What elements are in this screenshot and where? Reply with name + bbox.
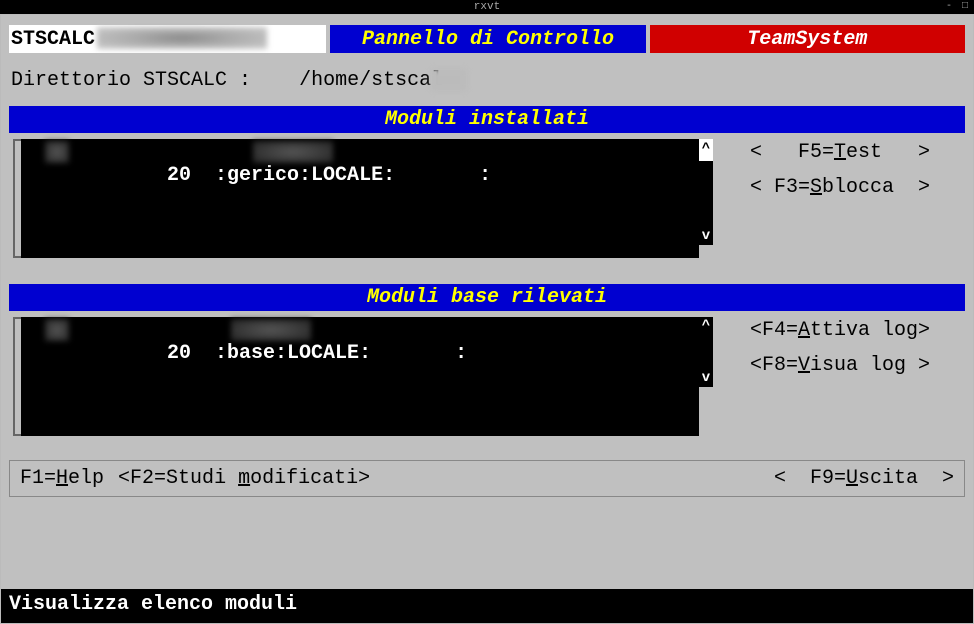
help-button[interactable]: F1=Help bbox=[20, 467, 104, 490]
main-panel: STSCALC Pannello di Controllo TeamSystem… bbox=[1, 15, 973, 589]
section-header-detected: Moduli base rilevati bbox=[9, 284, 965, 311]
attiva-log-button[interactable]: <F4=Attiva log> bbox=[721, 317, 959, 344]
header-brand: TeamSystem bbox=[650, 25, 965, 53]
studi-modificati-button[interactable]: <F2=Studi modificati> bbox=[118, 467, 370, 490]
list-item-text: 20 :gerico:LOCALE: : bbox=[167, 164, 491, 187]
redacted-region bbox=[431, 69, 467, 91]
directory-row: Direttorio STSCALC : /home/stscal bbox=[9, 65, 965, 106]
section-header-installed: Moduli installati bbox=[9, 106, 965, 133]
status-bar: Visualizza elenco moduli bbox=[1, 589, 973, 623]
bottom-left-group: F1=Help <F2=Studi modificati> bbox=[20, 467, 370, 490]
side-buttons-installed: < F5=Test > < F3=Sblocca > bbox=[721, 139, 961, 258]
redacted-region bbox=[97, 27, 267, 49]
header-app-name: STSCALC bbox=[9, 25, 326, 53]
listbox-detected[interactable]: 20 :base:LOCALE: : bbox=[21, 317, 699, 436]
list-item[interactable]: 20 :gerico:LOCALE: : bbox=[21, 139, 699, 258]
header-row: STSCALC Pannello di Controllo TeamSystem bbox=[9, 25, 965, 53]
list-item-text: 20 :base:LOCALE: : bbox=[167, 342, 467, 365]
redacted-region bbox=[231, 319, 311, 341]
bottom-bar: F1=Help <F2=Studi modificati> < F9=Uscit… bbox=[9, 460, 965, 497]
scroll-down-icon[interactable]: v bbox=[702, 229, 710, 243]
app-frame: STSCALC Pannello di Controllo TeamSystem… bbox=[0, 14, 974, 624]
header-app-text: STSCALC bbox=[11, 28, 95, 51]
listbox-installed-wrap: 20 :gerico:LOCALE: : ^ v bbox=[13, 139, 713, 258]
listbox-installed[interactable]: 20 :gerico:LOCALE: : bbox=[21, 139, 699, 258]
visua-log-button[interactable]: <F8=Visua log > bbox=[721, 352, 959, 379]
window-title: rxvt bbox=[474, 1, 500, 13]
section-body-detected: 20 :base:LOCALE: : ^ v <F4=Attiva log> <… bbox=[9, 311, 965, 438]
scrollbar[interactable]: ^ v bbox=[699, 317, 713, 387]
listbox-detected-wrap: 20 :base:LOCALE: : ^ v bbox=[13, 317, 713, 436]
redacted-region bbox=[253, 141, 333, 163]
scrollbar[interactable]: ^ v bbox=[699, 139, 713, 245]
scroll-up-icon[interactable]: ^ bbox=[702, 142, 710, 156]
header-title: Pannello di Controllo bbox=[330, 25, 645, 53]
list-item[interactable]: 20 :base:LOCALE: : bbox=[21, 317, 699, 436]
section-body-installed: 20 :gerico:LOCALE: : ^ v < F5=Test > < F… bbox=[9, 133, 965, 260]
window-controls[interactable]: - □ bbox=[946, 0, 970, 14]
side-buttons-detected: <F4=Attiva log> <F8=Visua log > bbox=[721, 317, 961, 436]
redacted-region bbox=[45, 319, 69, 341]
scroll-up-icon[interactable]: ^ bbox=[702, 319, 710, 333]
sblocca-button[interactable]: < F3=Sblocca > bbox=[721, 174, 959, 201]
test-button[interactable]: < F5=Test > bbox=[721, 139, 959, 166]
directory-value: /home/stscal bbox=[299, 69, 443, 92]
redacted-region bbox=[45, 141, 69, 163]
window-titlebar: rxvt - □ bbox=[0, 0, 974, 14]
scroll-down-icon[interactable]: v bbox=[702, 371, 710, 385]
directory-label: Direttorio STSCALC : bbox=[11, 69, 251, 92]
uscita-button[interactable]: < F9=Uscita > bbox=[774, 467, 954, 490]
